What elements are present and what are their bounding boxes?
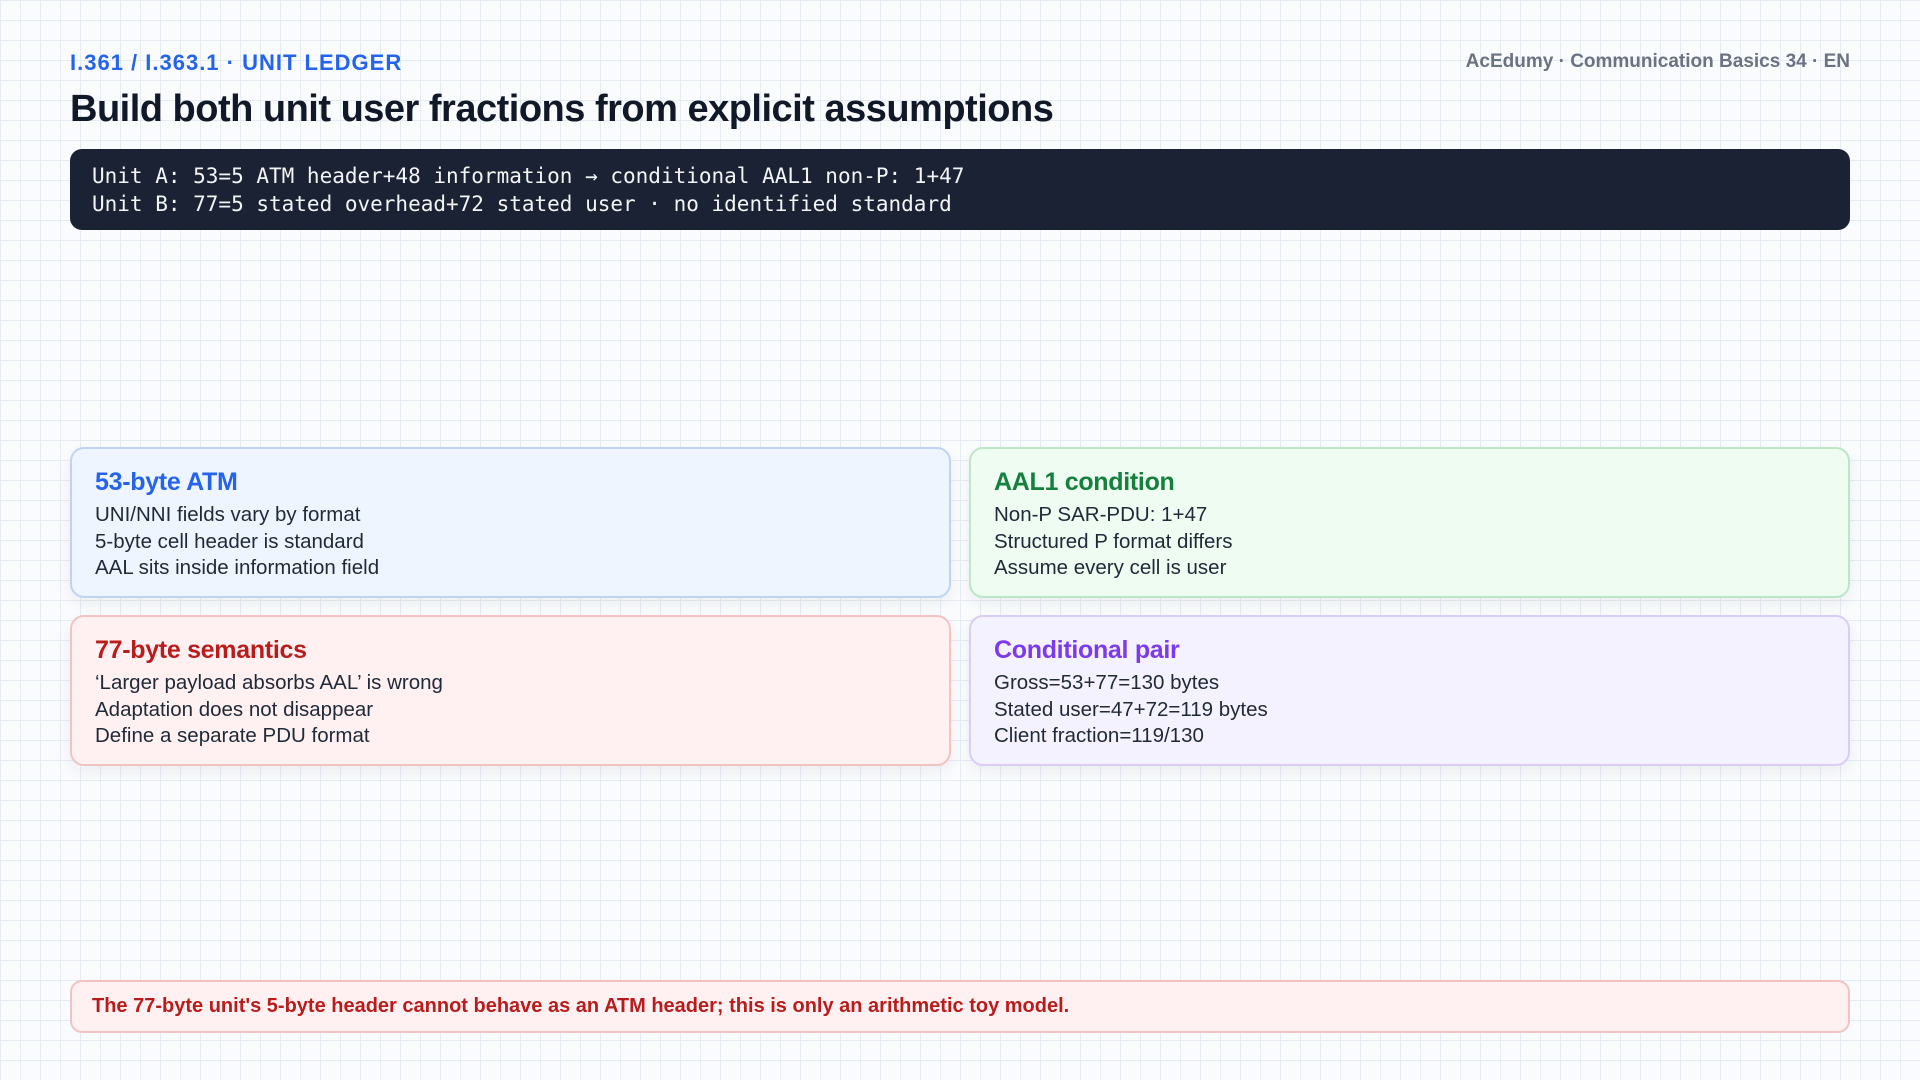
code-line-unit-a: Unit A: 53=5 ATM header+48 information →… <box>92 164 965 188</box>
card-line: Stated user=47+72=119 bytes <box>994 697 1268 721</box>
code-block: Unit A: 53=5 ATM header+48 information →… <box>70 149 1850 230</box>
card-line: Structured P format differs <box>994 529 1233 553</box>
card-line: UNI/NNI fields vary by format <box>95 503 361 526</box>
card-title: Conditional pair <box>994 636 1180 664</box>
card-53-byte-atm: 53-byte ATM UNI/NNI fields vary by forma… <box>70 447 951 598</box>
section-kicker: I.361 / I.363.1 · UNIT LEDGER <box>70 50 403 75</box>
card-title: AAL1 condition <box>994 468 1175 496</box>
card-line: Client fraction=119/130 <box>994 724 1204 747</box>
card-line: Non-P SAR-PDU: 1+47 <box>994 503 1208 526</box>
card-title: 77-byte semantics <box>95 636 307 664</box>
card-title: 53-byte ATM <box>95 468 238 496</box>
card-line: Assume every cell is user <box>994 556 1227 579</box>
page-title: Build both unit user fractions from expl… <box>70 88 1054 130</box>
course-brand: AcEdumy · Communication Basics 34 · EN <box>1465 51 1850 72</box>
card-line: ‘Larger payload absorbs AAL’ is wrong <box>95 671 443 694</box>
card-line: Define a separate PDU format <box>95 724 370 747</box>
code-line-unit-b: Unit B: 77=5 stated overhead+72 stated u… <box>92 192 952 216</box>
card-conditional-pair: Conditional pair Gross=53+77=130 bytes S… <box>969 615 1850 766</box>
card-line: 5-byte cell header is standard <box>95 529 364 553</box>
warning-note: The 77-byte unit's 5-byte header cannot … <box>70 980 1850 1033</box>
card-line: Gross=53+77=130 bytes <box>994 671 1220 694</box>
card-77-byte-semantics: 77-byte semantics ‘Larger payload absorb… <box>70 615 951 766</box>
card-line: Adaptation does not disappear <box>95 697 374 721</box>
card-line: AAL sits inside information field <box>95 556 380 579</box>
card-aal1-condition: AAL1 condition Non-P SAR-PDU: 1+47 Struc… <box>969 447 1850 598</box>
